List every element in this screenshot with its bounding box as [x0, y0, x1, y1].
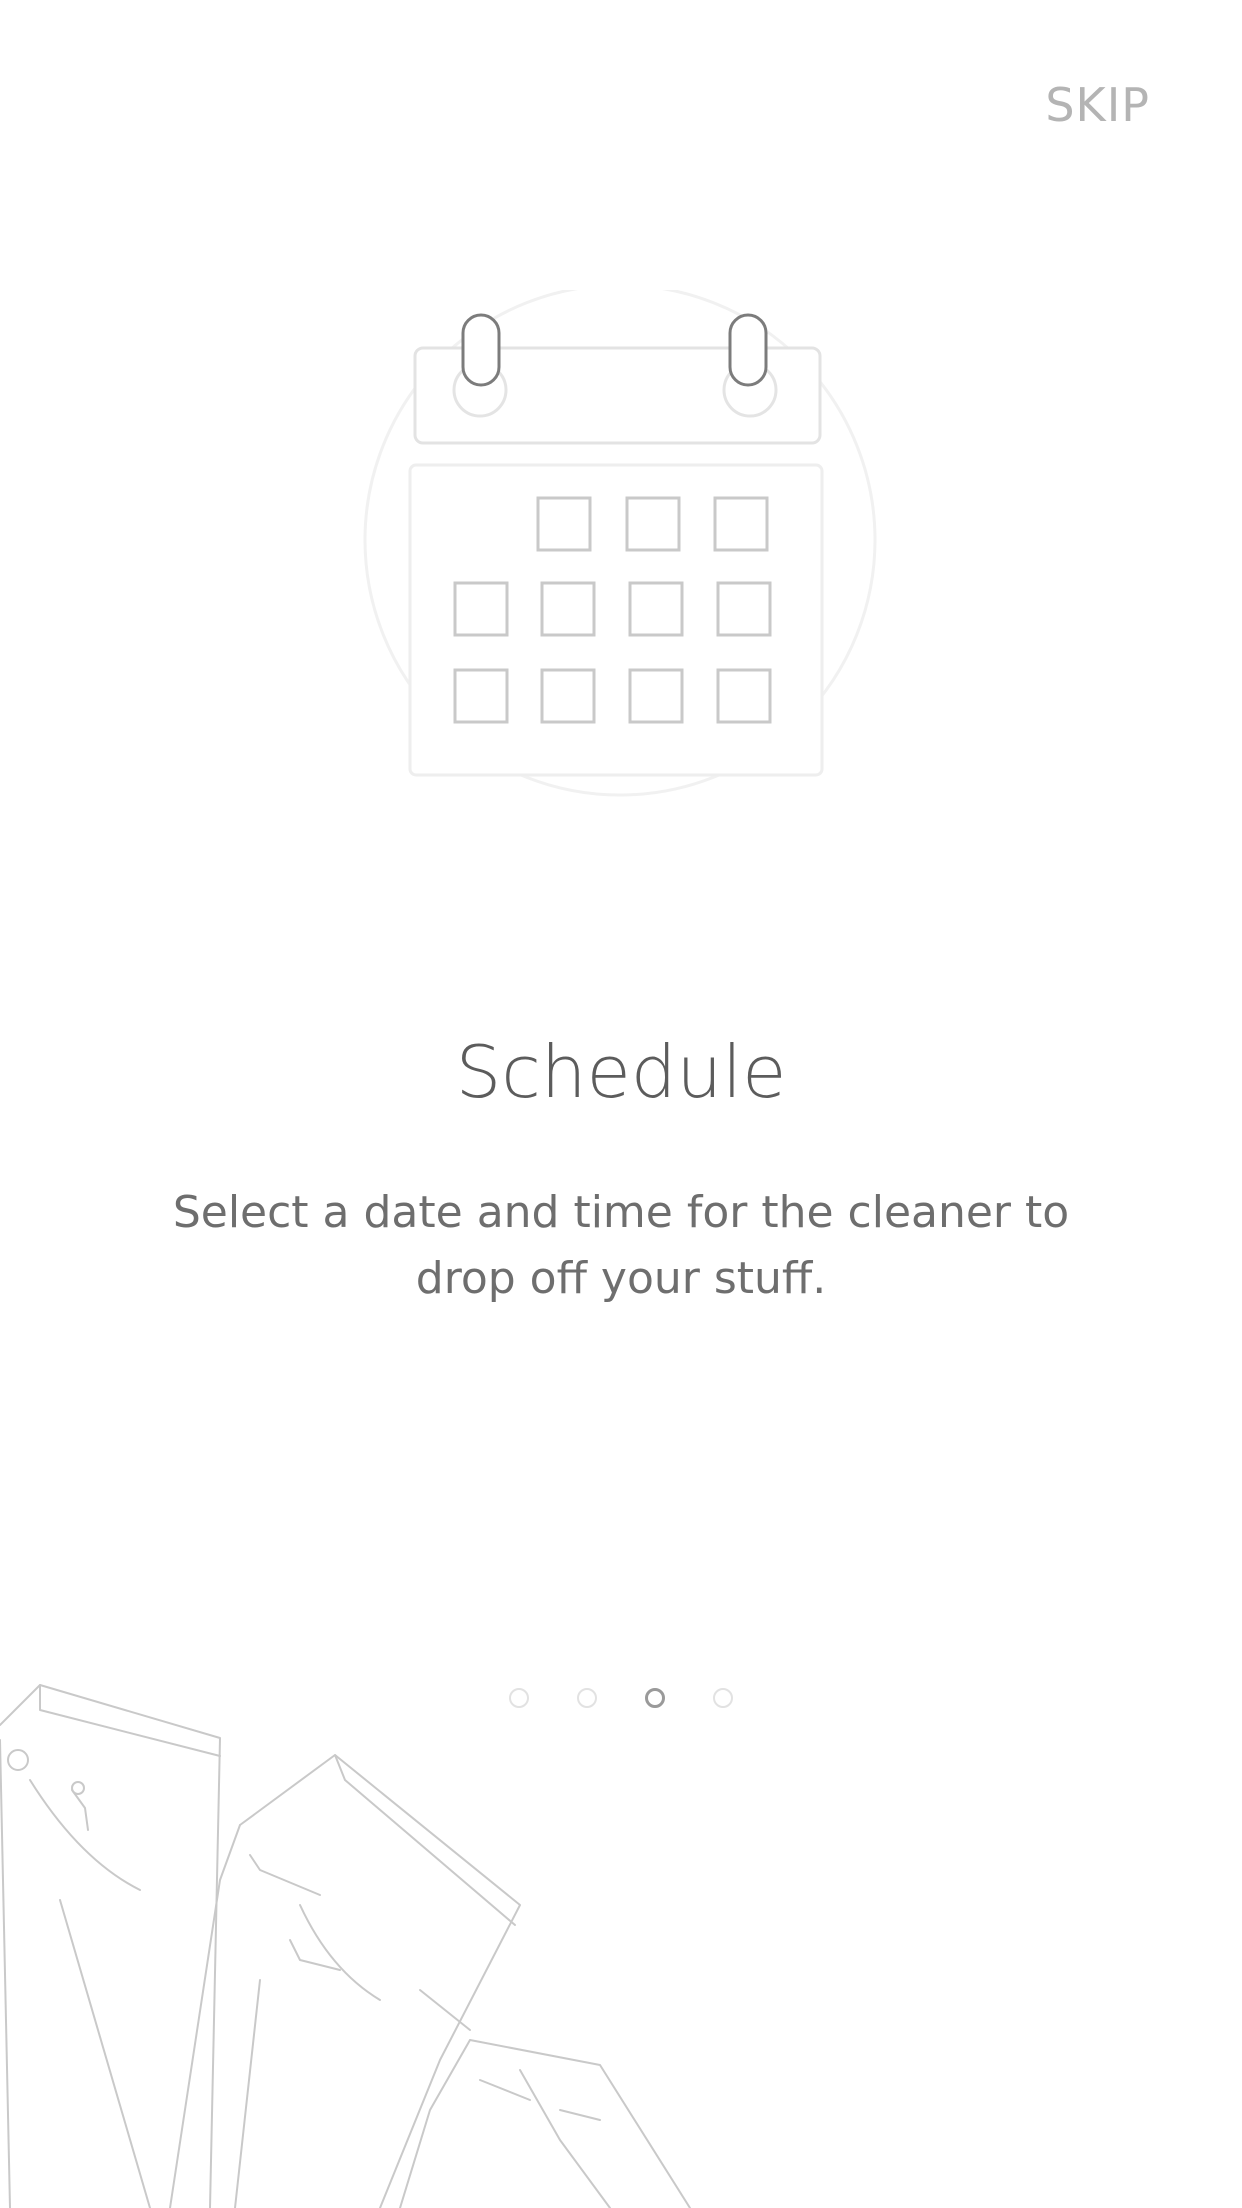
page-title: Schedule: [455, 1030, 787, 1114]
calendar-icon: [363, 290, 877, 797]
skip-button[interactable]: SKIP: [1045, 78, 1150, 132]
jeans-illustration: [0, 1684, 691, 2208]
page-description: Select a date and time for the cleaner t…: [172, 1187, 1070, 1304]
